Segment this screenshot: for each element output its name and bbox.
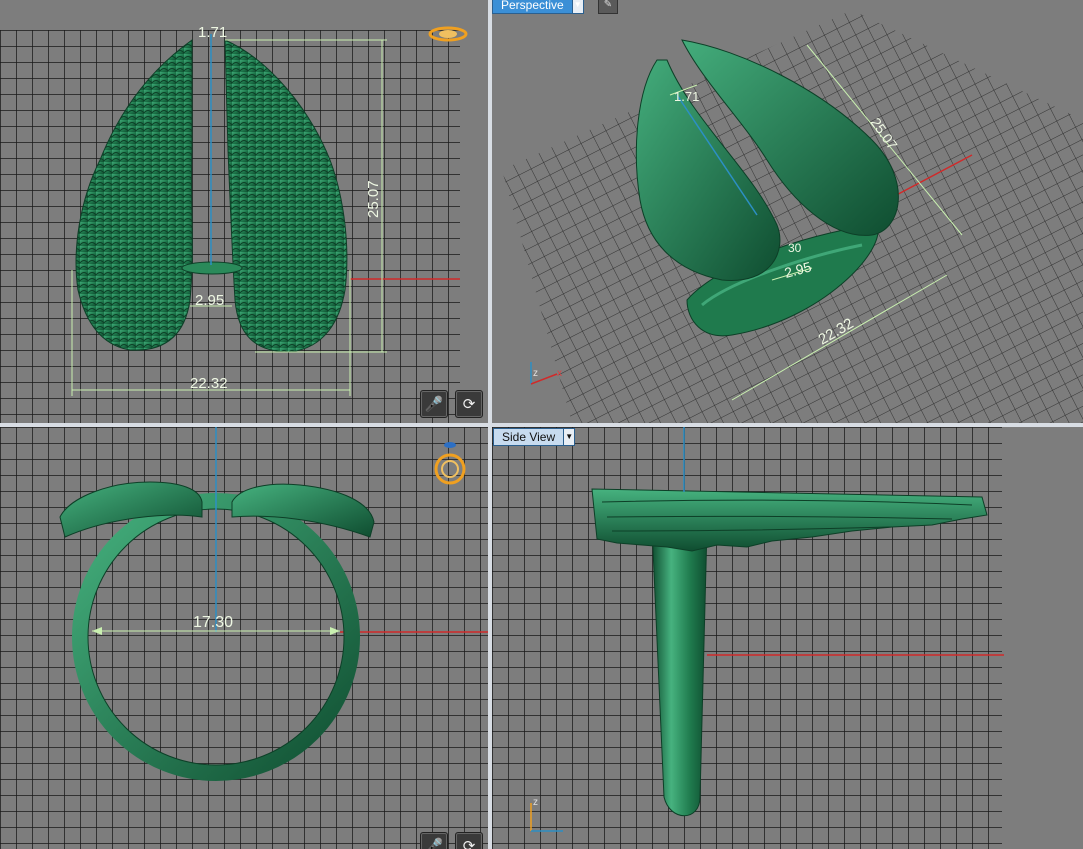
dim-inner-diameter: 17.30 [193, 614, 233, 631]
dim-top-width: 1.71 [674, 89, 699, 104]
viewport-front[interactable]: 1.71 25.07 2.95 22.32 🎤 ⟳ [0, 0, 488, 423]
viewport-perspective[interactable]: 1.71 25.07 30 2.95 22.32 z x Perspective… [492, 0, 1083, 423]
ring-gizmo-icon [434, 442, 466, 485]
side-view-canvas: z [530, 427, 1004, 832]
microphone-icon[interactable]: 🎤 [420, 832, 448, 849]
dim-top-width: 1.71 [198, 24, 227, 41]
ring-shank [651, 526, 708, 817]
viewport-divider-horizontal[interactable] [0, 423, 1083, 427]
front-view-canvas: 1.71 25.07 2.95 22.32 [71, 24, 468, 396]
view-selector-side[interactable]: Side View ▼ [493, 428, 576, 446]
left-wing [75, 39, 193, 351]
viewport-top[interactable]: 17.30 🎤 ⟳ [0, 427, 488, 849]
dim-gap: 2.95 [195, 292, 224, 309]
view-label: Perspective [501, 0, 564, 12]
chevron-down-icon[interactable]: ▼ [563, 429, 575, 445]
top-view-canvas: 17.30 [59, 427, 488, 781]
svg-text:z: z [533, 797, 538, 808]
svg-text:z: z [533, 368, 538, 379]
viewport-divider-vertical[interactable] [488, 0, 492, 849]
view-selector-perspective[interactable]: Perspective ▼ [492, 0, 584, 14]
dim-gap-2: 30 [788, 241, 802, 255]
rotate-icon[interactable]: ⟳ [455, 390, 483, 418]
chevron-down-icon[interactable]: ▼ [571, 0, 583, 13]
orbit-gizmo-icon [428, 26, 468, 42]
perspective-canvas: 1.71 25.07 30 2.95 22.32 z x [502, 10, 1083, 423]
rotate-icon[interactable]: ⟳ [455, 832, 483, 849]
view-label: Side View [502, 430, 556, 444]
wing-side-profile [591, 488, 988, 552]
dim-height: 25.07 [365, 180, 382, 218]
axis-triad: z [530, 797, 563, 832]
svg-text:x: x [557, 368, 562, 379]
viewport-side[interactable]: z Side View ▼ [492, 427, 1083, 849]
right-wing [224, 39, 348, 353]
dim-width: 22.32 [190, 375, 228, 392]
pen-tool-icon[interactable]: ✎ [598, 0, 618, 14]
microphone-icon[interactable]: 🎤 [420, 390, 448, 418]
